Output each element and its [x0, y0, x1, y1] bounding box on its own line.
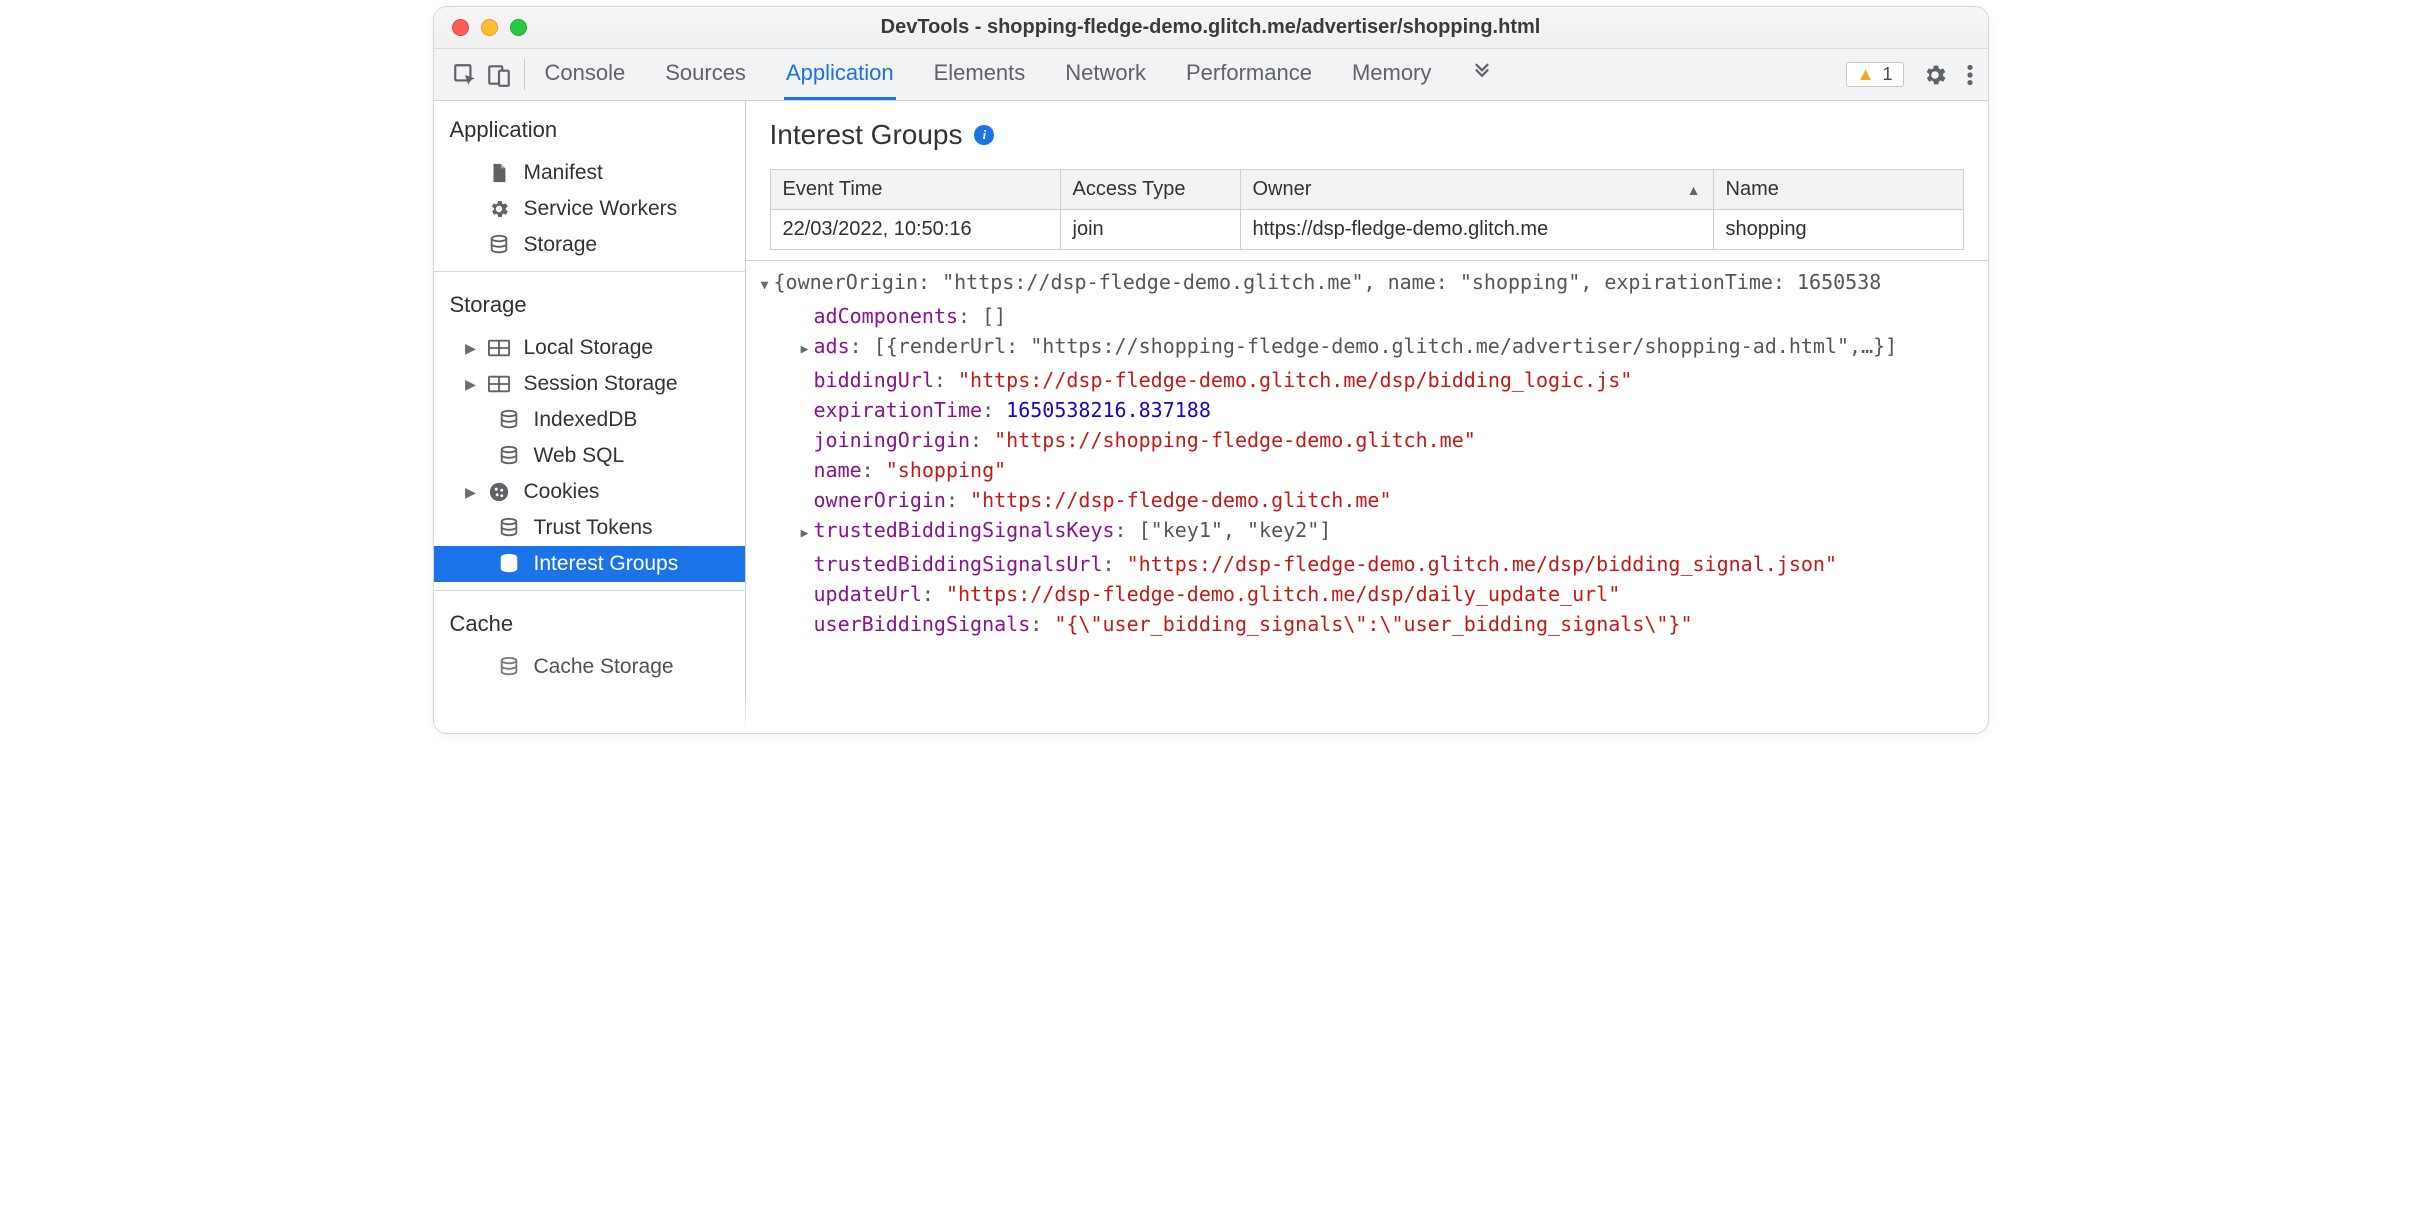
table-row[interactable]: 22/03/2022, 10:50:16 join https://dsp-fl… — [770, 210, 1963, 250]
sidebar-item-indexeddb[interactable]: IndexedDB — [434, 402, 745, 438]
database-icon — [498, 553, 520, 575]
table-icon — [488, 373, 510, 395]
tab-sources[interactable]: Sources — [663, 49, 748, 100]
database-icon — [498, 445, 520, 467]
panel-tabs: Console Sources Application Elements Net… — [539, 49, 1496, 100]
sidebar-divider — [434, 271, 745, 272]
panel-header: Interest Groups i — [746, 101, 1988, 169]
sidebar-item-storage[interactable]: Storage — [434, 227, 745, 263]
close-window-button[interactable] — [452, 19, 469, 36]
tab-console[interactable]: Console — [543, 49, 628, 100]
main-panel: Interest Groups i Event Time Access Type… — [746, 101, 1988, 733]
disclosure-triangle-icon[interactable]: ▶ — [796, 335, 814, 365]
inspect-element-button[interactable] — [448, 49, 482, 100]
disclosure-triangle-icon[interactable]: ▶ — [464, 340, 478, 357]
sidebar-item-session-storage[interactable]: ▶ Session Storage — [434, 366, 745, 402]
sidebar-item-manifest[interactable]: Manifest — [434, 155, 745, 191]
info-icon[interactable]: i — [974, 125, 994, 145]
sidebar-group-storage: Storage — [434, 276, 745, 330]
object-tree[interactable]: ▼{ownerOrigin: "https://dsp-fledge-demo.… — [746, 260, 1988, 733]
warning-count: 1 — [1882, 64, 1892, 85]
file-icon — [488, 162, 510, 184]
tree-summary: {ownerOrigin: "https://dsp-fledge-demo.g… — [774, 267, 1882, 297]
sidebar-group-application: Application — [434, 101, 745, 155]
minimize-window-button[interactable] — [481, 19, 498, 36]
window-controls — [434, 19, 527, 36]
col-access-type[interactable]: Access Type — [1060, 170, 1240, 210]
zoom-window-button[interactable] — [510, 19, 527, 36]
more-options-button[interactable] — [1966, 62, 1974, 88]
sidebar-item-trust-tokens[interactable]: Trust Tokens — [434, 510, 745, 546]
issues-badge[interactable]: ▲ 1 — [1846, 62, 1904, 87]
window-title: DevTools - shopping-fledge-demo.glitch.m… — [434, 16, 1988, 39]
sidebar-item-label: Manifest — [524, 161, 603, 185]
cookie-icon — [488, 481, 510, 503]
sort-asc-icon: ▲ — [1687, 182, 1701, 198]
tab-network[interactable]: Network — [1063, 49, 1148, 100]
gear-icon — [488, 198, 510, 220]
sidebar-item-label: Cookies — [524, 480, 600, 504]
cell-access-type: join — [1060, 210, 1240, 250]
panel-title: Interest Groups — [770, 119, 963, 151]
disclosure-triangle-icon[interactable]: ▼ — [756, 271, 774, 301]
cell-owner: https://dsp-fledge-demo.glitch.me — [1240, 210, 1713, 250]
sidebar-item-cookies[interactable]: ▶ Cookies — [434, 474, 745, 510]
tab-memory[interactable]: Memory — [1350, 49, 1433, 100]
devtools-window: DevTools - shopping-fledge-demo.glitch.m… — [433, 6, 1989, 734]
sidebar-item-label: Session Storage — [524, 372, 678, 396]
cell-event-time: 22/03/2022, 10:50:16 — [770, 210, 1060, 250]
sidebar-item-label: Cache Storage — [534, 655, 674, 679]
sidebar-divider — [434, 590, 745, 591]
database-icon — [488, 234, 510, 256]
tab-elements[interactable]: Elements — [932, 49, 1028, 100]
settings-button[interactable] — [1922, 62, 1948, 88]
toolbar: Console Sources Application Elements Net… — [434, 49, 1988, 101]
sidebar-item-cache-storage[interactable]: Cache Storage — [434, 649, 745, 685]
sidebar-group-cache: Cache — [434, 595, 745, 649]
database-icon — [498, 656, 520, 678]
events-table: Event Time Access Type Owner▲ Name 22/03… — [770, 169, 1964, 250]
sidebar-item-interest-groups[interactable]: Interest Groups — [434, 546, 745, 582]
disclosure-triangle-icon[interactable]: ▶ — [796, 519, 814, 549]
col-event-time[interactable]: Event Time — [770, 170, 1060, 210]
table-header-row: Event Time Access Type Owner▲ Name — [770, 170, 1963, 210]
disclosure-triangle-icon[interactable]: ▶ — [464, 376, 478, 393]
col-name[interactable]: Name — [1713, 170, 1963, 210]
sidebar-item-websql[interactable]: Web SQL — [434, 438, 745, 474]
warning-icon: ▲ — [1857, 64, 1875, 85]
database-icon — [498, 409, 520, 431]
sidebar-item-label: Interest Groups — [534, 552, 679, 576]
sidebar-item-label: Local Storage — [524, 336, 654, 360]
sidebar-item-local-storage[interactable]: ▶ Local Storage — [434, 330, 745, 366]
col-owner[interactable]: Owner▲ — [1240, 170, 1713, 210]
tab-application[interactable]: Application — [784, 49, 896, 100]
titlebar: DevTools - shopping-fledge-demo.glitch.m… — [434, 7, 1988, 49]
tab-performance[interactable]: Performance — [1184, 49, 1314, 100]
sidebar-item-label: Trust Tokens — [534, 516, 653, 540]
sidebar-item-label: Service Workers — [524, 197, 678, 221]
tab-overflow-button[interactable] — [1469, 49, 1495, 100]
sidebar-item-label: Web SQL — [534, 444, 625, 468]
sidebar: Application Manifest Service Workers Sto… — [434, 101, 746, 733]
sidebar-item-label: IndexedDB — [534, 408, 638, 432]
database-icon — [498, 517, 520, 539]
table-icon — [488, 337, 510, 359]
toolbar-separator — [524, 59, 525, 90]
cell-name: shopping — [1713, 210, 1963, 250]
device-toolbar-button[interactable] — [482, 49, 516, 100]
disclosure-triangle-icon[interactable]: ▶ — [464, 484, 478, 501]
sidebar-item-label: Storage — [524, 233, 598, 257]
sidebar-item-service-workers[interactable]: Service Workers — [434, 191, 745, 227]
